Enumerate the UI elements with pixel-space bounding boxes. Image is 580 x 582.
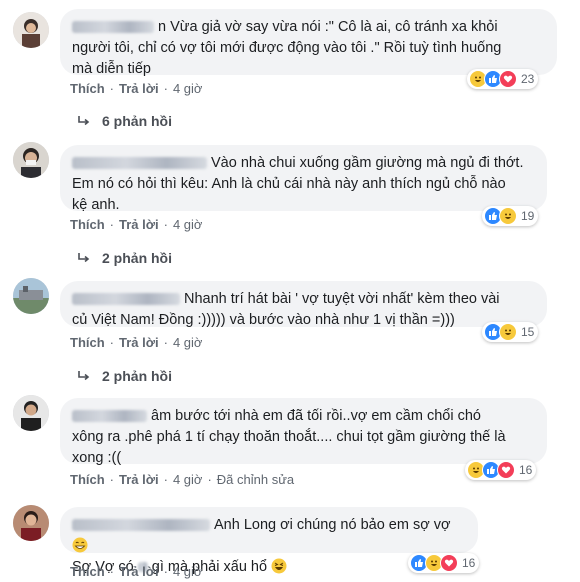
reaction-count: 16 [462,556,476,570]
reply-link[interactable]: Trả lời [119,81,159,96]
reaction-summary[interactable]: 16 [465,460,537,480]
reaction-count: 23 [521,72,535,86]
separator: · [109,335,115,350]
reply-link[interactable]: Trả lời [119,335,159,350]
avatar[interactable] [13,278,49,314]
avatar[interactable] [13,505,49,541]
separator: · [163,335,168,350]
like-link[interactable]: Thích [70,217,105,232]
comment-text-line: Anh Long ơi chúng nó bảo em sợ vợ [214,517,451,533]
comment-text-line: Nhanh trí hát bài ' vợ tuyệt vời nhất' k… [184,291,500,307]
comment-text-line: âm bước tới nhà em đã tối rồi..vợ em cầm… [151,408,481,424]
reply-link[interactable]: Trả lời [119,472,159,487]
comment-text-line: Em nó có hỏi thì kêu: Anh là chủ cái nhà… [72,176,506,192]
separator: · [109,217,115,232]
separator: · [163,217,168,232]
reply-arrow-icon [78,253,90,263]
replies-count-label: 2 phản hồi [102,368,172,384]
author-name[interactable] [72,519,210,532]
comment-text-line: người tôi, chỉ có vợ tôi mới được động v… [72,40,502,56]
edited-label[interactable]: Đã chỉnh sửa [217,472,294,487]
reaction-summary[interactable]: 19 [482,206,539,226]
comment-text-line: củ Việt Nam! Đồng :))))) và bước vào nhà… [72,312,455,328]
separator: · [163,564,168,579]
separator: · [207,472,212,487]
separator: · [109,564,115,579]
replies-count-label: 2 phản hồi [102,250,172,266]
comment-bubble: Anh Long ơi chúng nó bảo em sợ vợ Sợ Vợ … [60,507,478,575]
reaction-count: 15 [521,325,535,339]
avatar[interactable] [13,12,49,48]
reaction-summary[interactable]: 23 [467,69,539,89]
reaction-count: 19 [521,209,535,223]
comment-text-line: kệ anh. [72,197,120,213]
author-name[interactable] [72,410,147,423]
love-reaction-icon [499,70,517,88]
reaction-summary[interactable]: 15 [482,322,539,342]
avatar[interactable] [13,142,49,178]
comment-actions: Thích · Trả lời · 4 giờ [70,335,202,350]
separator: · [109,81,115,96]
timestamp[interactable]: 4 giờ [173,564,203,579]
avatar[interactable] [13,395,49,431]
comment-actions: Thích · Trả lời · 4 giờ [70,564,202,579]
comment-bubble: n Vừa giả vờ say vừa nói :" Cô là ai, cô… [60,9,557,77]
comment-text-line: Vào nhà chui xuống gầm giường mà ngủ đi … [211,155,524,171]
author-name[interactable] [72,293,180,306]
comment-actions: Thích · Trả lời · 4 giờ · Đã chỉnh sửa [70,472,294,487]
replies-count-label: 6 phản hồi [102,113,172,129]
grin-emoji-icon [72,537,88,553]
timestamp[interactable]: 4 giờ [173,81,203,96]
like-link[interactable]: Thích [70,564,105,579]
timestamp[interactable]: 4 giờ [173,472,203,487]
timestamp[interactable]: 4 giờ [173,335,203,350]
like-link[interactable]: Thích [70,472,105,487]
comment-bubble: Vào nhà chui xuống gầm giường mà ngủ đi … [60,145,547,213]
comment-actions: Thích · Trả lời · 4 giờ [70,217,202,232]
laughing-emoji-icon [271,558,287,574]
view-replies-link[interactable]: 2 phản hồi [78,368,172,384]
reaction-count: 16 [519,463,533,477]
comment-text-line: xông ra .phê phá 1 tí chạy thoăn thoắt..… [72,429,506,445]
author-name[interactable] [72,21,154,34]
comment-text-line: n Vừa giả vờ say vừa nói :" Cô là ai, cô… [158,19,498,35]
comment-bubble: Nhanh trí hát bài ' vợ tuyệt vời nhất' k… [60,281,547,328]
separator: · [163,472,168,487]
love-reaction-icon [440,554,458,572]
haha-reaction-icon [499,323,517,341]
comment-bubble: âm bước tới nhà em đã tối rồi..vợ em cầm… [60,398,547,466]
like-link[interactable]: Thích [70,81,105,96]
like-link[interactable]: Thích [70,335,105,350]
view-replies-link[interactable]: 2 phản hồi [78,250,172,266]
author-name[interactable] [72,157,207,170]
view-replies-link[interactable]: 6 phản hồi [78,113,172,129]
reply-link[interactable]: Trả lời [119,217,159,232]
reply-arrow-icon [78,371,90,381]
reaction-summary[interactable]: 16 [408,553,480,573]
love-reaction-icon [497,461,515,479]
reply-link[interactable]: Trả lời [119,564,159,579]
separator: · [109,472,115,487]
separator: · [163,81,168,96]
comment-actions: Thích · Trả lời · 4 giờ [70,81,202,96]
haha-reaction-icon [499,207,517,225]
reply-arrow-icon [78,116,90,126]
timestamp[interactable]: 4 giờ [173,217,203,232]
